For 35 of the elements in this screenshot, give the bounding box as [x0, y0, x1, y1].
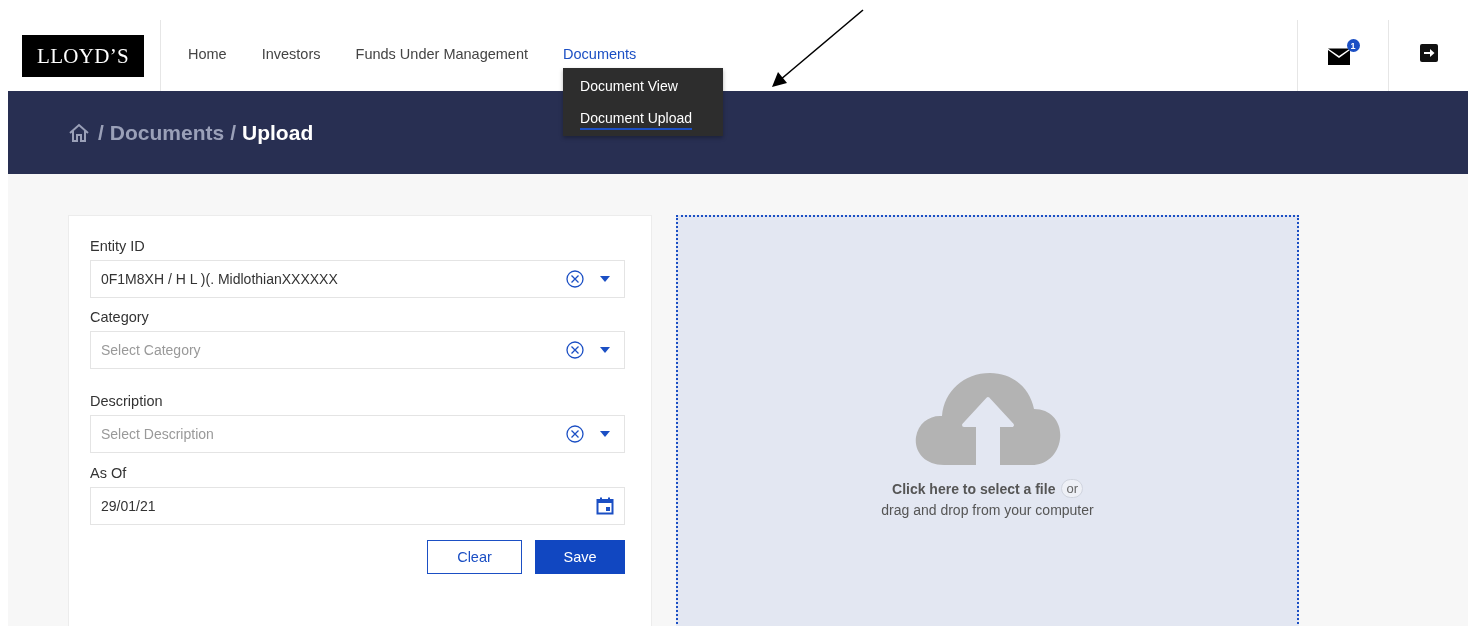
field-label: Entity ID [90, 238, 146, 254]
field-label: Description [90, 393, 164, 409]
nav-link[interactable]: Investors [261, 45, 321, 62]
breadcrumb-item: Upload [242, 120, 314, 145]
date-field[interactable]: 29/01/21 [90, 487, 625, 525]
or-label: or [1061, 479, 1083, 498]
menu-item[interactable]: Document Upload [580, 107, 693, 130]
clear-icon[interactable] [566, 425, 584, 443]
field-label: Category [90, 309, 150, 325]
nav-link[interactable]: Documents [563, 45, 637, 62]
logout-button[interactable] [1419, 43, 1438, 62]
caret-icon[interactable] [600, 276, 610, 282]
mail-button[interactable]: 1 [1326, 39, 1360, 66]
nav-link[interactable]: Home [188, 45, 227, 62]
select-field[interactable]: 0F1M8XH / H L )(. MidlothianXXXXXX [90, 260, 625, 298]
clear-icon[interactable] [566, 341, 584, 359]
breadcrumb-separator: / [230, 120, 237, 145]
calendar-icon[interactable] [596, 497, 614, 515]
notification-badge: 1 [1346, 39, 1360, 52]
field-label: As Of [90, 465, 128, 481]
breadcrumb-item[interactable]: Documents [109, 120, 225, 145]
lloyds-logo[interactable]: LLOYD’S [22, 35, 144, 77]
dropzone-hint: drag and drop from your computer [881, 502, 1094, 518]
select-file-link[interactable]: Click here to select a file [892, 480, 1056, 497]
menu-item[interactable]: Document View [563, 75, 695, 96]
home-icon[interactable] [68, 122, 90, 143]
clear-icon[interactable] [566, 270, 584, 288]
caret-icon[interactable] [600, 347, 610, 353]
breadcrumb-separator: / [98, 120, 104, 145]
caret-icon[interactable] [600, 431, 610, 437]
cloud-upload-icon [913, 371, 1062, 467]
file-dropzone[interactable]: Click here to select a file or drag and drop from your computer [676, 215, 1299, 626]
nav-link[interactable]: Funds Under Management [355, 45, 529, 62]
clear-button[interactable]: Clear [427, 540, 522, 574]
save-button[interactable]: Save [535, 540, 625, 574]
